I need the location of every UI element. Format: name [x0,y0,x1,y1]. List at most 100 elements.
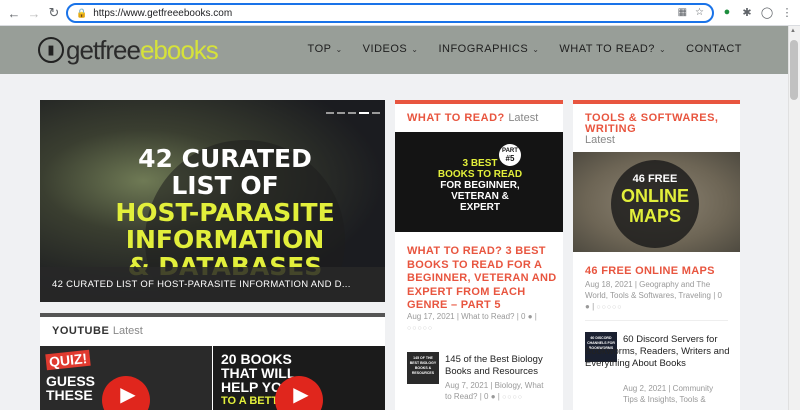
slider-dots [326,112,380,114]
meta-line: Tips & Insights, Tools & [623,395,706,404]
thumb-line: VETERAN & [451,191,509,202]
what-to-read-panel: WHAT TO READ? Latest PART #5 3 BEST BOOK… [395,100,563,410]
chevron-down-icon: ⌄ [658,44,667,54]
thumb-line: THESE [46,387,93,403]
meta-line: Aug 18, 2021 | Geography and The [585,280,711,289]
bookmark-star-icon[interactable]: ☆ [695,7,704,18]
panel-latest-label: Latest [585,134,615,146]
profile-avatar-icon[interactable]: ◯ [760,5,774,19]
tools-softwares-panel: TOOLS & SOFTWARES, WRITING Latest 46 FRE… [573,100,740,410]
panel-title: TOOLS & SOFTWARES, WRITING [585,112,719,135]
slider-dot[interactable] [348,112,356,114]
site-logo[interactable]: ▮ getfree ebooks [38,34,219,65]
meta-line: World, Tools & Softwares, Traveling | 0 [585,291,722,300]
thumb-line: BOOKS TO READ [437,169,523,180]
featured-slider[interactable]: 42 CURATED LIST OF HOST-PARASITE INFORMA… [40,100,385,302]
panel-heading: YOUTUBE Latest [40,317,385,341]
thumb-line: MAPS [628,206,681,226]
hero-line: INFORMATION [125,225,325,254]
play-button-icon[interactable]: ▶ [102,376,150,410]
puzzle-extensions-icon[interactable]: ✱ [740,5,754,19]
menu-item-infographics[interactable]: INFOGRAPHICS ⌄ [438,43,539,55]
post-thumbnail[interactable]: 46 FREE ONLINE MAPS [573,152,740,252]
thumb-line: 46 FREE [632,173,678,185]
back-icon[interactable]: ← [4,3,24,23]
menu-item-videos[interactable]: VIDEOS ⌄ [363,43,419,55]
chevron-down-icon: ⌄ [411,44,419,54]
scrollbar-thumb[interactable] [790,40,798,100]
comment-icon: ● [490,392,496,401]
meta-line: Aug 7, 2021 | Biology, What [445,381,544,390]
hero-line: LIST OF [171,171,279,200]
book-icon: ▮ [38,37,64,63]
hero-line: 42 CURATED [138,144,312,173]
quiz-badge: QUIZ! [45,349,91,371]
menu-label: WHAT TO READ? [559,43,655,55]
slider-dot[interactable] [337,112,345,114]
panel-title: YOUTUBE [52,325,110,337]
extension-green-icon[interactable]: ● [720,5,734,19]
rating-stars: ○○○○○ [407,325,434,332]
forward-icon[interactable]: → [24,3,44,23]
meta-line: Aug 2, 2021 | Community [623,384,714,393]
thumb-line: 3 BEST [462,158,498,169]
small-post-meta: Aug 7, 2021 | Biology, What to Read? | 0… [445,380,560,403]
reload-icon[interactable]: ↻ [44,3,64,23]
menu-label: INFOGRAPHICS [438,43,529,55]
thumb-line: THAT WILL [221,365,296,381]
address-bar[interactable]: 🔒 https://www.getfreeebooks.com ▦ ☆ [66,3,714,23]
play-button-icon[interactable]: ▶ [275,376,323,410]
post-meta: Aug 17, 2021 | What to Read? | 0 ● | ○○○… [407,312,537,332]
thumb-text: 3 BEST BOOKS TO READ FOR BEGINNER, VETER… [415,158,545,213]
comment-icon: ● [527,312,533,321]
small-post-title-link[interactable]: 60 Discord Servers for Bookworms, Reader… [585,334,730,370]
menu-item-contact[interactable]: CONTACT [686,43,742,55]
post-thumbnail[interactable]: PART #5 3 BEST BOOKS TO READ FOR BEGINNE… [395,132,563,232]
slider-dot-active[interactable] [359,112,369,114]
hero-caption[interactable]: 42 CURATED LIST OF HOST-PARASITE INFORMA… [40,267,385,302]
logo-text-getfree: getfree [66,34,141,65]
logo-text-ebooks: ebooks [139,34,219,65]
scroll-up-arrow-icon[interactable]: ▲ [790,28,796,34]
lock-icon: 🔒 [76,7,88,18]
panel-title: WHAT TO READ? [407,112,505,124]
panel-heading: TOOLS & SOFTWARES, WRITING Latest [573,104,740,150]
panel-latest-label: Latest [508,112,539,124]
post-title-link[interactable]: 46 FREE ONLINE MAPS [585,265,735,279]
thumb-text: 46 FREE ONLINE MAPS [603,172,707,226]
slider-dot[interactable] [326,112,334,114]
main-menu: TOP ⌄ VIDEOS ⌄ INFOGRAPHICS ⌄ WHAT TO READ?… [308,43,742,55]
rating-stars: ○○○○○ [596,304,623,311]
small-post-thumbnail[interactable]: 145 OF THE BEST BIOLOGY BOOKS & RESOURCE… [407,352,439,384]
small-post-title-link[interactable]: 145 of the Best Biology Books and Resour… [445,354,557,378]
hero-headline: 42 CURATED LIST OF HOST-PARASITE INFORMA… [110,145,340,280]
thumb-line: ONLINE [620,186,689,206]
menu-label: TOP [307,43,332,55]
menu-item-what-to-read[interactable]: WHAT TO READ? ⌄ [559,43,666,55]
chevron-down-icon: ⌄ [335,44,343,54]
post-title-link[interactable]: WHAT TO READ? 3 BEST BOOKS TO READ FOR A… [407,245,557,313]
comment-icon: ● [585,302,590,311]
rating-stars: ○○○○ [502,394,523,401]
video-thumbnail[interactable]: 20 BOOKS THAT WILL HELP YOU TO A BETT ▶ [213,346,385,410]
thumb-line: GUESS [46,373,96,389]
site-header: ▮ getfree ebooks TOP ⌄ VIDEOS ⌄ INFOGRAPHIC… [0,26,788,74]
menu-dots-icon[interactable]: ⋮ [780,5,794,19]
thumb-line: 20 BOOKS [221,351,292,367]
panel-latest-label: Latest [112,325,143,337]
slider-dot[interactable] [372,112,380,114]
url-text: https://www.getfreeebooks.com [93,7,233,19]
youtube-panel: YOUTUBE Latest QUIZ! GUESS THESE ▶ 20 BO… [40,313,385,410]
meta-line: to Read? | 0 [445,392,489,401]
post-meta-text: Aug 17, 2021 | What to Read? | 0 [407,312,526,321]
qr-icon[interactable]: ▦ [678,7,687,18]
menu-label: CONTACT [686,43,742,55]
divider [585,320,728,321]
hero-line: HOST-PARASITE [115,198,335,227]
menu-item-top[interactable]: TOP ⌄ [308,43,343,55]
video-thumbnail[interactable]: QUIZ! GUESS THESE ▶ [40,346,212,410]
small-post-meta: Aug 2, 2021 | Community Tips & Insights,… [623,383,738,405]
panel-heading: WHAT TO READ? Latest [395,104,563,128]
browser-toolbar: ← → ↻ 🔒 https://www.getfreeebooks.com ▦ … [0,0,800,26]
thumb-text: GUESS THESE [46,374,95,402]
